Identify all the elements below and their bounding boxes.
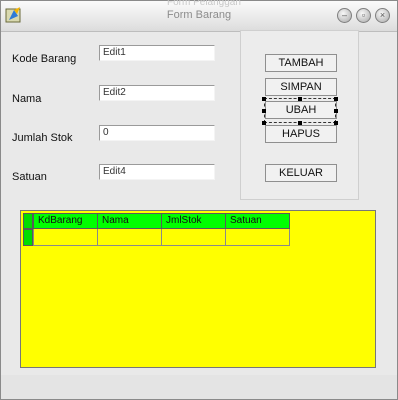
maximize-icon: ▫	[361, 10, 366, 20]
resize-handle[interactable]	[262, 97, 266, 101]
resize-handle[interactable]	[334, 121, 338, 125]
minimize-button[interactable]: –	[337, 8, 352, 23]
resize-handle[interactable]	[262, 121, 266, 125]
minimize-icon: –	[341, 10, 347, 20]
resize-handle[interactable]	[334, 97, 338, 101]
form-barang-window: Form Pelanggan Form Barang – ▫ × Kode Ba…	[0, 0, 398, 400]
ubah-button[interactable]: UBAH	[265, 101, 337, 119]
resize-handle[interactable]	[262, 109, 266, 113]
grid-frame	[20, 210, 376, 368]
simpan-button[interactable]: SIMPAN	[265, 78, 337, 96]
resize-handle[interactable]	[298, 97, 302, 101]
hapus-button[interactable]: HAPUS	[265, 125, 337, 143]
kode-barang-label: Kode Barang	[12, 53, 77, 65]
tambah-button[interactable]: TAMBAH	[265, 54, 337, 72]
jumlah-stok-label: Jumlah Stok	[12, 132, 73, 144]
nama-label: Nama	[12, 93, 42, 105]
satuan-input[interactable]: Edit4	[99, 164, 215, 180]
title-bar[interactable]: Form Pelanggan Form Barang – ▫ ×	[1, 0, 397, 32]
resize-handle[interactable]	[334, 109, 338, 113]
resize-handle[interactable]	[298, 121, 302, 125]
close-button[interactable]: ×	[375, 8, 390, 23]
kode-barang-input[interactable]: Edit1	[99, 45, 215, 61]
jumlah-stok-input[interactable]: 0	[99, 125, 215, 141]
close-icon: ×	[379, 10, 386, 20]
satuan-label: Satuan	[12, 171, 47, 183]
nama-input[interactable]: Edit2	[99, 85, 215, 101]
window-bottom-area	[1, 375, 397, 399]
background-window-title: Form Pelanggan	[167, 0, 241, 8]
maximize-button[interactable]: ▫	[356, 8, 371, 23]
keluar-button[interactable]: KELUAR	[265, 164, 337, 182]
